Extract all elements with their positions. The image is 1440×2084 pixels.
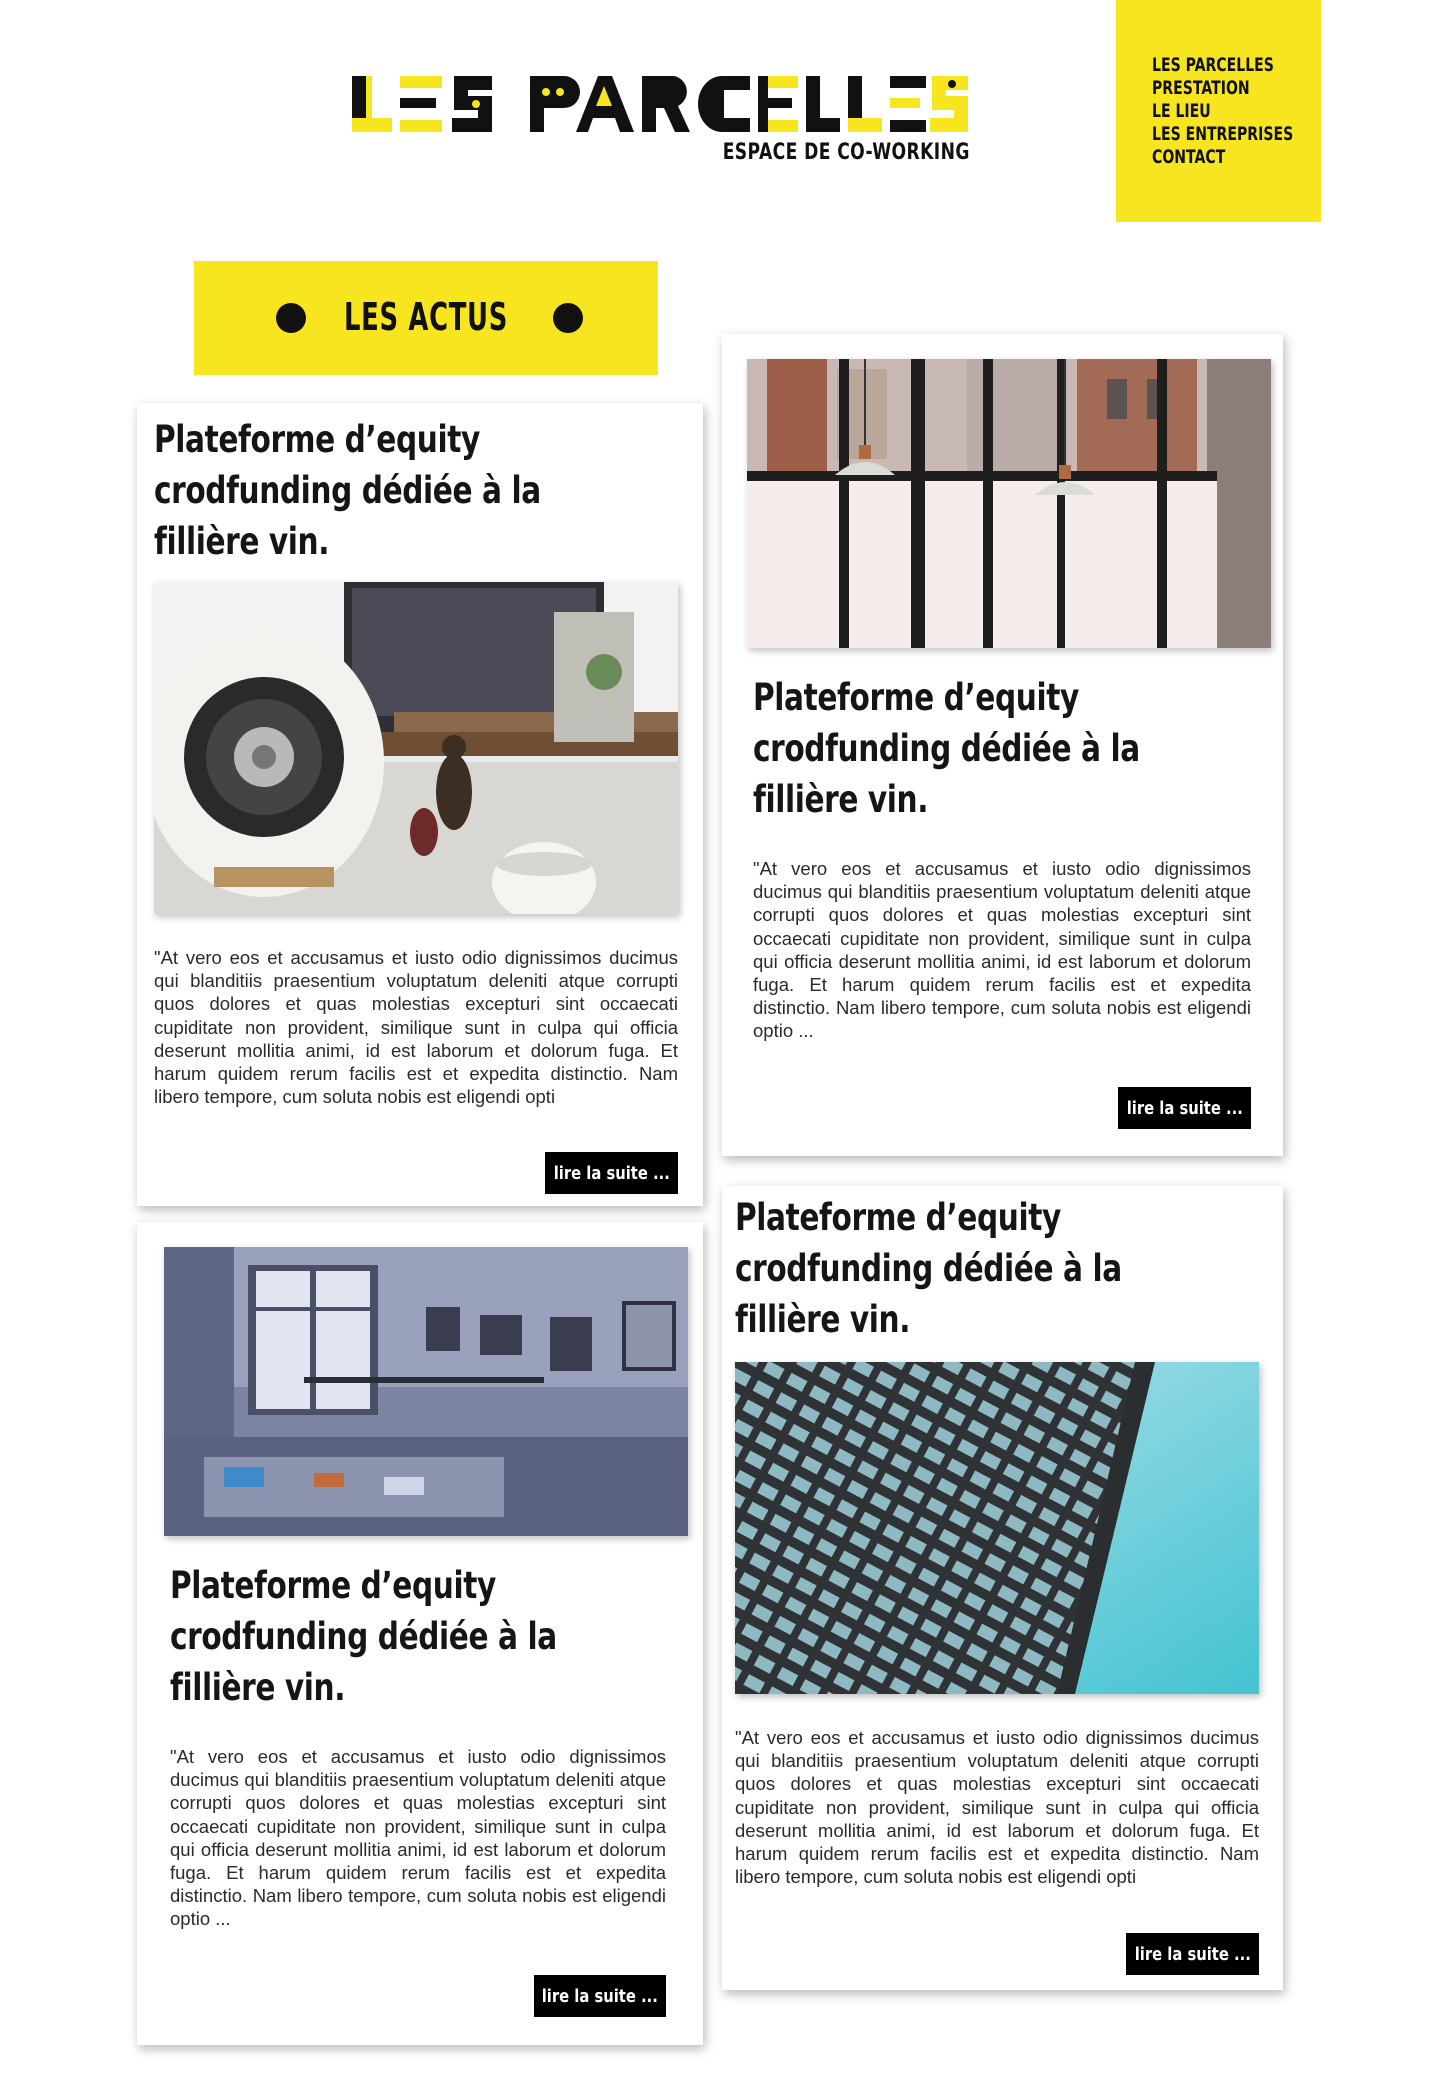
nav-item-les-parcelles[interactable]: LES PARCELLES [1152,54,1277,77]
nav-item-contact[interactable]: CONTACT [1152,146,1277,169]
main-nav: LES PARCELLES PRESTATION LE LIEU LES ENT… [1116,0,1321,222]
card-title: Plateforme d’equity crodfunding dédiée à… [170,1564,557,1709]
section-title: LES ACTUS [343,295,509,339]
card-excerpt: "At vero eos et accusamus et iusto odio … [170,1746,666,1930]
bullet-dot-icon [553,303,583,333]
site-logo[interactable]: ESPACE DE CO-WORKING [350,74,970,174]
read-more-button[interactable]: lire la suite ... [545,1152,678,1194]
desk-speaker-photo [154,582,678,914]
read-more-button[interactable]: lire la suite ... [1118,1087,1251,1129]
office-room-photo [164,1247,688,1536]
nav-item-le-lieu[interactable]: LE LIEU [1152,100,1277,123]
nav-item-prestation[interactable]: PRESTATION [1152,77,1277,100]
nav-item-les-entreprises[interactable]: LES ENTREPRISES [1152,123,1293,146]
news-card: Plateforme d’equity crodfunding dédiée à… [137,1222,703,2045]
card-excerpt: "At vero eos et accusamus et iusto odio … [154,947,678,1108]
news-card: Plateforme d’equity crodfunding dédiée à… [722,1186,1283,1990]
logo-tagline: ESPACE DE CO-WORKING [722,140,970,165]
logo-wordmark [352,76,968,132]
card-excerpt: "At vero eos et accusamus et iusto odio … [735,1727,1259,1888]
news-card: Plateforme d’equity crodfunding dédiée à… [722,334,1283,1156]
card-title: Plateforme d’equity crodfunding dédiée à… [753,676,1140,821]
window-lamps-photo [747,359,1271,648]
read-more-button[interactable]: lire la suite ... [1126,1933,1259,1975]
skyscraper-photo [735,1362,1259,1694]
card-title: Plateforme d’equity crodfunding dédiée à… [735,1196,1122,1341]
card-title: Plateforme d’equity crodfunding dédiée à… [154,418,541,563]
news-card: Plateforme d’equity crodfunding dédiée à… [137,403,703,1206]
card-excerpt: "At vero eos et accusamus et iusto odio … [753,858,1251,1042]
section-title-banner: LES ACTUS [194,261,658,375]
read-more-button[interactable]: lire la suite ... [534,1975,666,2017]
